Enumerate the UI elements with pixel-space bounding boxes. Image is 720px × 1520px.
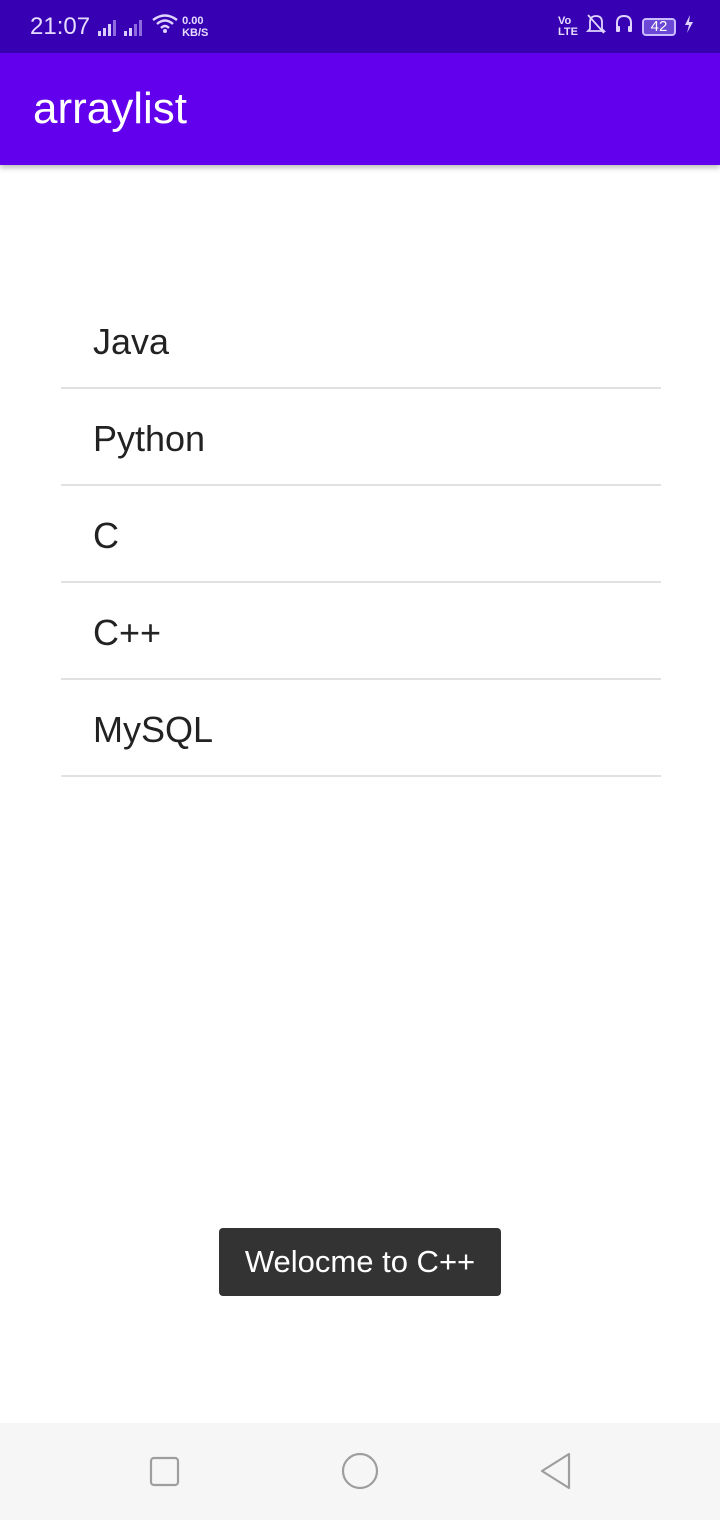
list-item-label: Java: [93, 321, 170, 362]
app-bar: arraylist: [0, 53, 720, 165]
recents-icon[interactable]: [144, 1451, 184, 1491]
signal-icon: [98, 18, 117, 36]
volte-icon: Vo LTE: [558, 14, 578, 38]
list-item-label: C: [93, 515, 119, 556]
signal-icon: [124, 18, 143, 36]
list-item-cpp[interactable]: C++: [61, 583, 661, 680]
list-item-python[interactable]: Python: [61, 389, 661, 486]
wifi-icon: [152, 14, 178, 39]
list-item-java[interactable]: Java: [61, 292, 661, 389]
clock: 21:07: [30, 12, 91, 40]
list-item-mysql[interactable]: MySQL: [61, 680, 661, 777]
bell-muted-icon: [585, 13, 607, 40]
list-item-c[interactable]: C: [61, 486, 661, 583]
net-speed-value: 0.00: [182, 14, 204, 27]
headset-icon: [614, 13, 634, 40]
list-item-label: C++: [93, 612, 162, 653]
page-title: arraylist: [33, 84, 188, 133]
list-item-label: MySQL: [93, 709, 214, 750]
charging-icon: [684, 15, 694, 38]
list-item-label: Python: [93, 418, 206, 459]
navigation-bar: [0, 1423, 720, 1520]
status-right: Vo LTE 42: [558, 0, 694, 53]
status-left: 21:07 0.00 KB/S: [30, 0, 208, 53]
net-speed-unit: KB/S: [182, 26, 209, 39]
back-icon[interactable]: [536, 1451, 576, 1491]
battery-icon: 42: [642, 17, 676, 36]
toast-message: Welocme to C++: [219, 1228, 501, 1296]
status-bar: 21:07 0.00 KB/S Vo LTE 42: [0, 0, 720, 53]
net-speed: 0.00 KB/S: [182, 15, 208, 39]
home-icon[interactable]: [340, 1451, 380, 1491]
list-view[interactable]: Java Python C C++ MySQL: [61, 292, 661, 777]
